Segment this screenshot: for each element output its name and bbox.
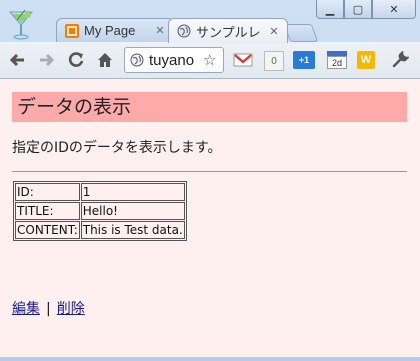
address-bar[interactable]: tuyano ☆ — [124, 47, 224, 73]
tab-close-icon[interactable]: ✕ — [267, 25, 281, 38]
url-text: tuyano — [149, 51, 195, 69]
row-label: ID: — [15, 183, 80, 201]
w-extension-icon[interactable]: W — [357, 51, 375, 69]
window-bottom-border — [0, 357, 420, 361]
home-icon[interactable] — [95, 50, 115, 70]
delete-link[interactable]: 削除 — [57, 301, 85, 317]
window-controls: ▁ ▢ ✕ — [316, 0, 416, 19]
close-window-button[interactable]: ✕ — [372, 0, 416, 19]
tab-title: My Page — [84, 23, 136, 38]
new-tab-button[interactable] — [283, 24, 319, 42]
maximize-button[interactable]: ▢ — [344, 0, 372, 19]
plus-one-text: +1 — [298, 55, 310, 65]
row-value: Hello! — [80, 202, 185, 220]
row-value: 1 — [80, 183, 185, 201]
forward-arrow-icon[interactable] — [36, 50, 56, 70]
wrench-icon[interactable] — [390, 50, 410, 70]
count-badge-text: 0 — [271, 55, 277, 67]
title-bar: My Page ✕ サンプルレ ✕ ▁ ▢ ✕ — [0, 0, 420, 43]
w-extension-text: W — [360, 54, 372, 66]
plus-one-icon[interactable]: +1 — [293, 51, 315, 69]
globe-icon — [177, 24, 191, 38]
blogger-icon — [65, 23, 79, 38]
table-row: TITLE: Hello! — [15, 202, 185, 220]
globe-icon — [130, 53, 144, 67]
tab-my-page[interactable]: My Page ✕ — [56, 18, 174, 42]
divider — [12, 171, 407, 172]
bookmark-star-icon[interactable]: ☆ — [203, 51, 219, 69]
page-description: 指定のIDのデータを表示します。 — [12, 140, 222, 156]
tab-sample[interactable]: サンプルレ ✕ — [168, 18, 288, 43]
row-value: This is Test data. — [80, 221, 185, 239]
tab-close-icon[interactable]: ✕ — [153, 24, 167, 37]
row-label: CONTENT: — [15, 221, 80, 239]
reload-icon[interactable] — [66, 50, 86, 70]
page-heading: データの表示 — [12, 92, 407, 122]
count-badge-icon[interactable]: 0 — [264, 51, 284, 71]
tab-title: サンプルレ — [196, 24, 261, 40]
cocktail-glass-icon — [8, 9, 34, 40]
gmail-icon[interactable] — [232, 51, 254, 69]
row-label: TITLE: — [15, 202, 80, 220]
minimize-button[interactable]: ▁ — [316, 0, 344, 19]
edit-link[interactable]: 編集 — [12, 301, 40, 317]
page-content: データの表示 指定のIDのデータを表示します。 ID: 1 TITLE: Hel… — [0, 79, 420, 357]
calendar-icon[interactable]: 2d — [326, 49, 348, 71]
table-row: CONTENT: This is Test data. — [15, 221, 185, 239]
browser-window: My Page ✕ サンプルレ ✕ ▁ ▢ ✕ tuyano ☆ 0 +1 2d… — [0, 0, 420, 361]
table-row: ID: 1 — [15, 183, 185, 201]
back-arrow-icon[interactable] — [8, 50, 28, 70]
link-separator: | — [46, 301, 51, 317]
data-table: ID: 1 TITLE: Hello! CONTENT: This is Tes… — [13, 181, 187, 241]
action-links: 編集 | 削除 — [12, 298, 85, 318]
browser-toolbar: tuyano ☆ 0 +1 2d W — [0, 42, 420, 79]
calendar-day-text: 2d — [327, 56, 347, 69]
